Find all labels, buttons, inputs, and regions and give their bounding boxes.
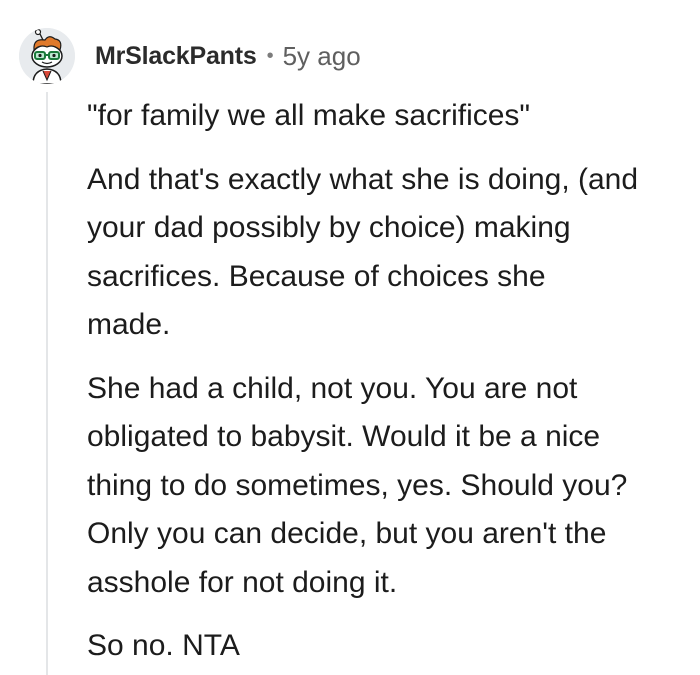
comment: MrSlackPants • 5y ago "for family we all… xyxy=(0,0,700,675)
line: And that's exactly what she is doing, (a… xyxy=(87,162,639,196)
line: "for family we all make sacrifices" xyxy=(87,99,531,132)
paragraph: She had a child, not you. You are not ob… xyxy=(87,365,693,608)
line: asshole for not doing it. xyxy=(87,565,398,599)
paragraph: "for family we all make sacrifices" xyxy=(87,92,693,141)
line: obligated to babysit. Would it be a nice xyxy=(87,420,601,453)
comment-age: 5y ago xyxy=(282,40,361,71)
line: sacrifices. Because of choices she xyxy=(87,259,546,293)
meta-separator: • xyxy=(266,44,274,67)
line: made. xyxy=(87,308,171,341)
line: Only you can decide, but you aren't the xyxy=(87,517,607,550)
paragraph: So no. NTA xyxy=(87,622,693,671)
line: She had a child, not you. You are not xyxy=(87,371,578,405)
comment-header: MrSlackPants • 5y ago xyxy=(95,38,361,74)
comment-body: "for family we all make sacrifices" And … xyxy=(87,92,693,671)
snoo-nerd-avatar-icon xyxy=(19,28,75,84)
line: thing to do sometimes, yes. Should you? xyxy=(87,468,628,502)
line: your dad possibly by choice) making xyxy=(87,211,571,244)
thread-line[interactable] xyxy=(46,92,48,675)
line: So no. NTA xyxy=(87,629,240,662)
paragraph: And that's exactly what she is doing, (a… xyxy=(87,156,693,350)
avatar[interactable] xyxy=(19,28,75,84)
username[interactable]: MrSlackPants xyxy=(95,42,257,71)
